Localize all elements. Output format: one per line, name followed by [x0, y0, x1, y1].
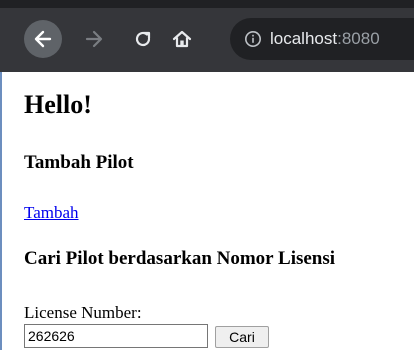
reload-icon — [135, 31, 151, 47]
url-port: :8080 — [337, 29, 380, 48]
info-icon[interactable] — [244, 30, 262, 48]
page-content: Hello! Tambah Pilot Tambah Cari Pilot be… — [0, 72, 414, 350]
url-host: localhost — [270, 29, 338, 48]
license-number-input[interactable]: 262626 — [24, 324, 208, 348]
address-bar[interactable]: localhost:8080 — [230, 18, 414, 60]
add-pilot-title: Tambah Pilot — [24, 152, 134, 173]
add-pilot-link[interactable]: Tambah — [24, 203, 79, 223]
address-url: localhost:8080 — [270, 29, 380, 49]
reload-button[interactable] — [126, 22, 160, 56]
forward-arrow-icon — [85, 30, 103, 48]
tab-strip-edge — [0, 0, 414, 8]
search-button[interactable]: Cari — [215, 326, 269, 348]
search-pilot-title: Cari Pilot berdasarkan Nomor Lisensi — [24, 248, 336, 269]
browser-toolbar: localhost:8080 — [0, 0, 414, 72]
license-number-label: License Number: — [24, 303, 142, 322]
page-heading: Hello! — [24, 90, 92, 119]
home-icon — [172, 30, 192, 48]
forward-button[interactable] — [77, 22, 111, 56]
back-button[interactable] — [24, 20, 62, 58]
back-arrow-icon — [34, 30, 52, 48]
home-button[interactable] — [165, 22, 199, 56]
